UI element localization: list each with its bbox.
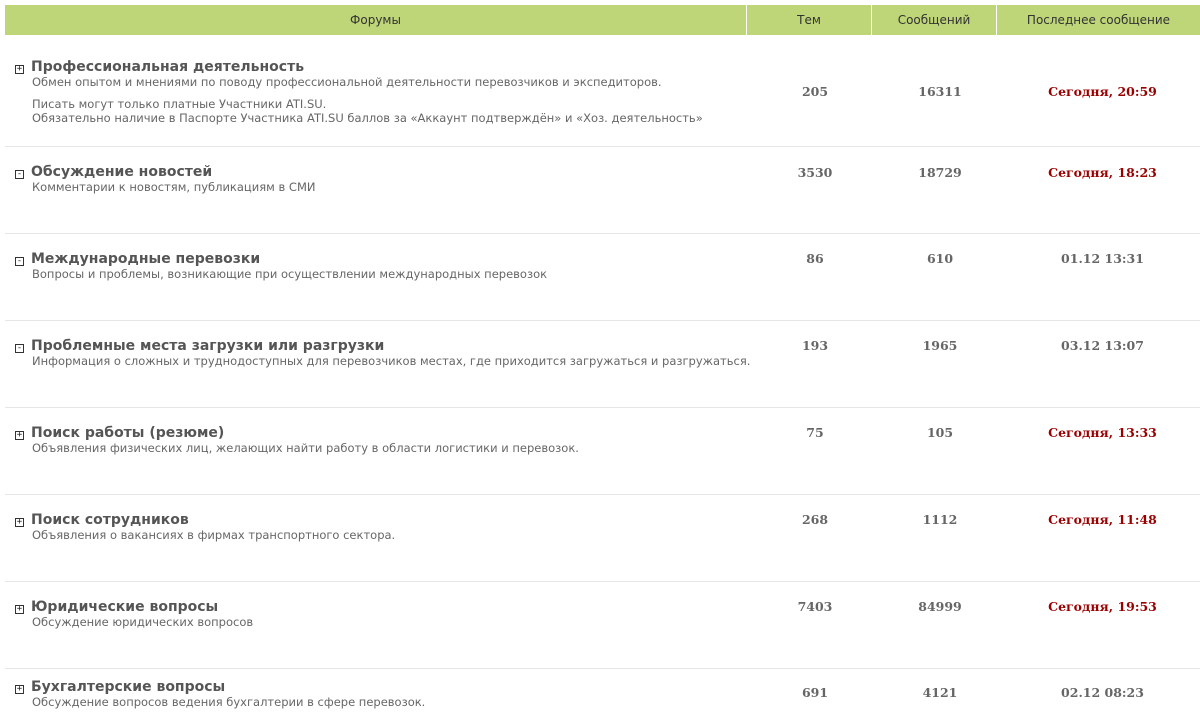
expand-icon[interactable]: + xyxy=(15,518,24,527)
topics-count: 75 xyxy=(806,424,824,440)
topics-count: 7403 xyxy=(797,598,833,614)
last-message-link[interactable]: Сегодня, 19:53 xyxy=(1000,582,1200,630)
messages-count: 1112 xyxy=(922,511,958,527)
topics-count: 3530 xyxy=(797,164,833,180)
header-last-message: Последнее сообщение xyxy=(1026,13,1171,27)
forum-row-staff-search: + Поиск сотрудников Объявления о ваканси… xyxy=(5,495,1200,582)
last-message-link[interactable]: 01.12 13:31 xyxy=(1000,234,1200,282)
last-message-link[interactable]: Сегодня, 20:59 xyxy=(1000,36,1200,146)
forum-title[interactable]: Проблемные места загрузки или разгрузки xyxy=(31,338,755,354)
header-topics: Тем xyxy=(747,5,872,35)
forum-description: Комментарии к новостям, публикациям в СМ… xyxy=(32,180,316,194)
forum-note: Писать могут только платные Участники AT… xyxy=(32,97,327,111)
forum-description: Обсуждение юридических вопросов xyxy=(32,615,254,629)
last-message-link[interactable]: Сегодня, 18:23 xyxy=(1000,147,1200,197)
header-messages: Сообщений xyxy=(872,5,997,35)
forum-row-professional: + Профессиональная деятельность Обмен оп… xyxy=(5,36,1200,147)
forum-row-accounting: + Бухгалтерские вопросы Обсуждение вопро… xyxy=(5,669,1200,723)
forum-row-loading-places: - Проблемные места загрузки или разгрузк… xyxy=(5,321,1200,408)
forum-description: Объявления о вакансиях в фирмах транспор… xyxy=(32,528,396,542)
forum-row-international: - Международные перевозки Вопросы и проб… xyxy=(5,234,1200,321)
expand-icon[interactable]: + xyxy=(15,685,24,694)
forum-description: Информация о сложных и труднодоступных д… xyxy=(32,354,751,368)
forum-description: Объявления физических лиц, желающих найт… xyxy=(32,441,579,455)
header-forums: Форумы xyxy=(5,5,747,35)
messages-count: 1965 xyxy=(922,337,958,353)
expand-icon[interactable]: + xyxy=(15,605,24,614)
forum-description: Обмен опытом и мнениями по поводу профес… xyxy=(32,75,662,89)
last-message-link[interactable]: 02.12 08:23 xyxy=(1000,669,1200,715)
forum-row-news: - Обсуждение новостей Комментарии к ново… xyxy=(5,147,1200,234)
collapse-icon[interactable]: - xyxy=(15,257,24,266)
forum-note: Обязательно наличие в Паспорте Участника… xyxy=(32,111,703,125)
messages-count: 4121 xyxy=(922,684,958,700)
messages-count: 610 xyxy=(926,250,954,266)
topics-count: 205 xyxy=(801,83,829,99)
messages-count: 105 xyxy=(926,424,954,440)
topics-count: 691 xyxy=(801,684,829,700)
messages-count: 84999 xyxy=(918,598,962,614)
forum-title[interactable]: Обсуждение новостей xyxy=(31,164,755,180)
collapse-icon[interactable]: - xyxy=(15,344,24,353)
forum-title[interactable]: Бухгалтерские вопросы xyxy=(31,679,755,695)
forum-title[interactable]: Международные перевозки xyxy=(31,251,755,267)
last-message-link[interactable]: 03.12 13:07 xyxy=(1000,321,1200,369)
forum-title[interactable]: Юридические вопросы xyxy=(31,599,755,615)
forum-title[interactable]: Поиск работы (резюме) xyxy=(31,425,755,441)
expand-icon[interactable]: + xyxy=(15,431,24,440)
last-message-link[interactable]: Сегодня, 11:48 xyxy=(1000,495,1200,543)
last-message-link[interactable]: Сегодня, 13:33 xyxy=(1000,408,1200,456)
expand-icon[interactable]: + xyxy=(15,65,24,74)
forum-row-job-search: + Поиск работы (резюме) Объявления физич… xyxy=(5,408,1200,495)
forum-description: Вопросы и проблемы, возникающие при осущ… xyxy=(32,267,548,281)
messages-count: 18729 xyxy=(918,164,962,180)
table-header: Форумы Тем Сообщений Последнее сообщение xyxy=(5,5,1200,35)
topics-count: 268 xyxy=(801,511,829,527)
forum-title[interactable]: Поиск сотрудников xyxy=(31,512,755,528)
topics-count: 193 xyxy=(801,337,829,353)
messages-count: 16311 xyxy=(918,83,962,99)
collapse-icon[interactable]: - xyxy=(15,170,24,179)
forum-description: Обсуждение вопросов ведения бухгалтерии … xyxy=(32,695,426,709)
topics-count: 86 xyxy=(806,250,824,266)
forum-row-legal: + Юридические вопросы Обсуждение юридиче… xyxy=(5,582,1200,669)
forum-title[interactable]: Профессиональная деятельность xyxy=(31,59,755,75)
